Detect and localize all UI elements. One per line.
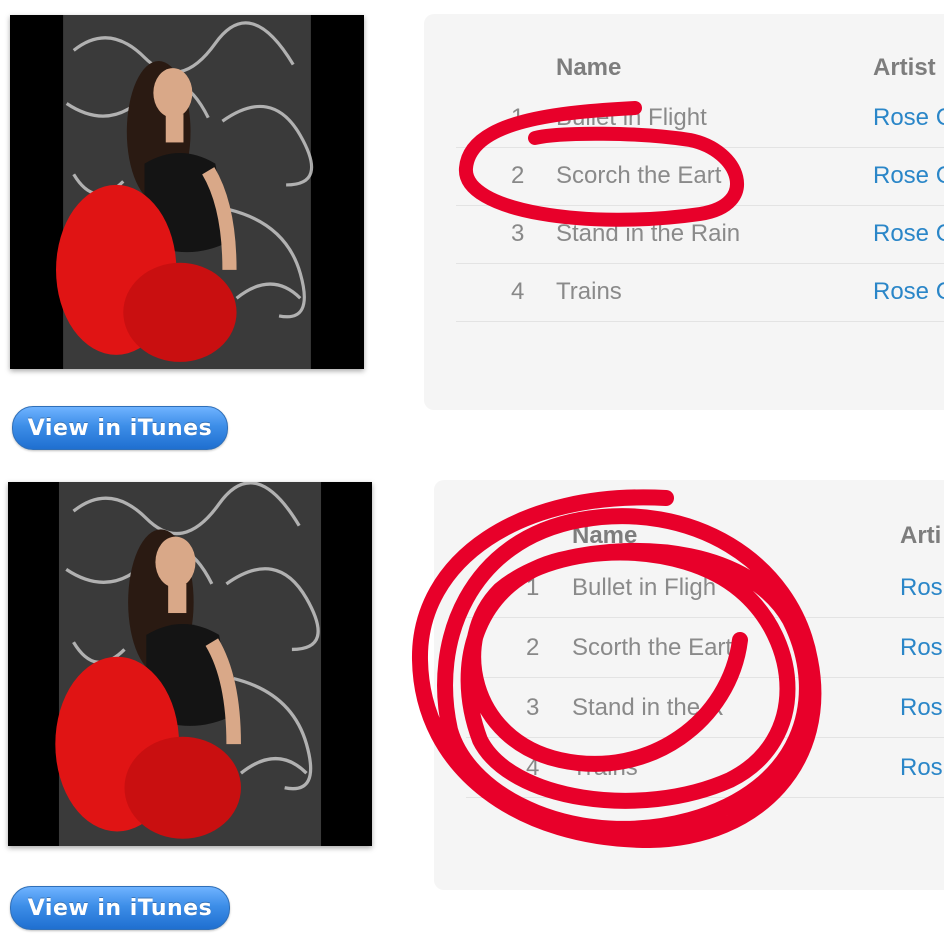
view-in-itunes-button[interactable]: View in iTunes bbox=[12, 406, 228, 450]
column-header-artist[interactable]: Artist bbox=[873, 54, 936, 82]
artist-link[interactable]: Rose C bbox=[873, 104, 944, 132]
track-number: 2 bbox=[526, 634, 540, 661]
artist-link[interactable]: Ros bbox=[900, 694, 943, 722]
track-name[interactable]: Stand in the R bbox=[572, 694, 724, 722]
album-cover-image[interactable] bbox=[8, 482, 372, 846]
track-name[interactable]: Bullet in Fligh bbox=[572, 574, 716, 602]
track-number: 1 bbox=[526, 574, 540, 601]
track-number: 3 bbox=[511, 220, 525, 247]
track-name[interactable]: Bullet in Flight bbox=[556, 104, 707, 132]
track-name[interactable]: Trains bbox=[572, 754, 638, 782]
artist-link[interactable]: Rose C bbox=[873, 220, 944, 248]
track-number: 4 bbox=[526, 754, 540, 781]
track-number: 3 bbox=[526, 694, 540, 721]
view-in-itunes-button[interactable]: View in iTunes bbox=[10, 886, 230, 930]
track-name[interactable]: Scorch the Eart bbox=[556, 162, 721, 190]
track-name[interactable]: Trains bbox=[556, 278, 622, 306]
track-number: 1 bbox=[511, 104, 525, 131]
artist-link[interactable]: Ros bbox=[900, 574, 943, 602]
artist-link[interactable]: Ros bbox=[900, 754, 943, 782]
track-name[interactable]: Scorth the Eart bbox=[572, 634, 732, 662]
track-name[interactable]: Stand in the Rain bbox=[556, 220, 740, 248]
table-row[interactable] bbox=[456, 264, 944, 322]
column-header-name[interactable]: Name bbox=[572, 522, 637, 550]
artist-link[interactable]: Rose C bbox=[873, 278, 944, 306]
track-number: 4 bbox=[511, 278, 525, 305]
column-header-artist[interactable]: Arti bbox=[900, 522, 941, 550]
artist-link[interactable]: Rose C bbox=[873, 162, 944, 190]
album-cover-image[interactable] bbox=[10, 15, 364, 369]
track-number: 2 bbox=[511, 162, 525, 189]
column-header-name[interactable]: Name bbox=[556, 54, 621, 82]
artist-link[interactable]: Ros bbox=[900, 634, 943, 662]
